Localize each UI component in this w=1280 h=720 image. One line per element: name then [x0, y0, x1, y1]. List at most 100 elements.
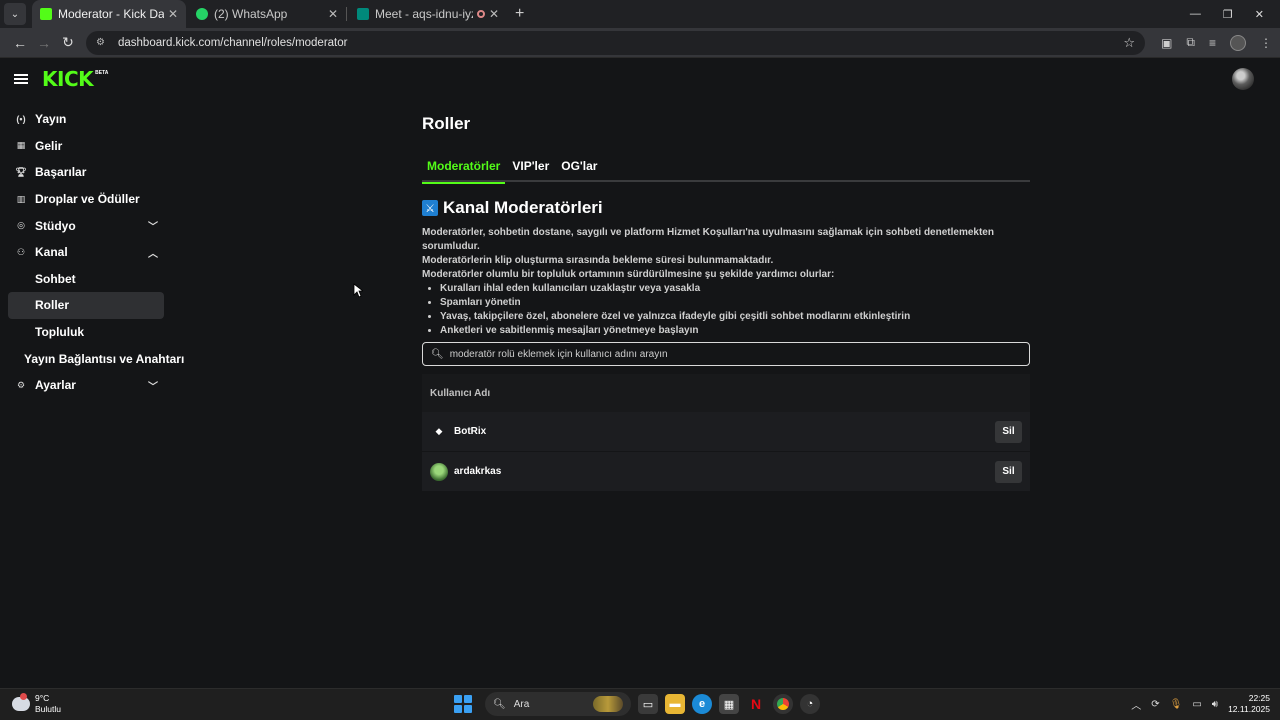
close-window-icon[interactable]: ✕ — [1255, 8, 1264, 21]
file-explorer-icon[interactable]: ▬ — [665, 694, 685, 714]
kick-favicon-icon — [40, 8, 52, 20]
reading-list-icon[interactable]: ≡ — [1209, 36, 1216, 50]
cloudy-weather-icon — [12, 693, 30, 711]
menu-toggle-icon[interactable] — [14, 74, 28, 84]
studio-icon: ◎ — [17, 220, 25, 231]
logo-text: KICK — [42, 67, 94, 91]
username-search-input[interactable] — [449, 348, 1021, 360]
mouse-cursor-icon — [353, 283, 363, 298]
sidebar-item-label: Yayın Bağlantısı ve Anahtarı — [24, 351, 185, 366]
desc-line: Moderatörler, sohbetin dostane, saygılı … — [422, 227, 994, 252]
username[interactable]: BotRix — [454, 426, 995, 437]
app-notification-icon[interactable]: ◔ — [800, 694, 820, 714]
close-tab-icon[interactable]: ✕ — [328, 7, 338, 21]
remove-moderator-button[interactable]: Sil — [995, 460, 1022, 483]
forward-button[interactable]: → — [32, 31, 56, 55]
list-item: Spamları yönetin — [440, 296, 1030, 310]
sync-icon[interactable]: ⟳ — [1151, 699, 1159, 710]
taskbar-search-label: Ara — [513, 698, 530, 710]
sidebar-item-label: Sohbet — [35, 271, 76, 286]
remove-moderator-button[interactable]: Sil — [995, 420, 1022, 443]
sidebar-item-studyo[interactable]: ◎ Stüdyo ﹀ — [8, 212, 164, 239]
minimize-icon[interactable]: — — [1190, 8, 1201, 21]
clock[interactable]: 22:25 12.11.2025 — [1228, 693, 1270, 715]
sidebar-item-kanal[interactable]: ⚇ Kanal ︿ — [8, 239, 164, 266]
tab-vips[interactable]: VIP'ler — [507, 153, 554, 182]
microphone-icon[interactable]: 🎙︎ — [1170, 699, 1183, 710]
extensions-icon[interactable]: ⧉ — [1186, 35, 1195, 50]
sidebar-item-basarilar[interactable]: 🏆︎ Başarılar — [8, 159, 164, 186]
moderator-sword-icon: ⚔ — [422, 200, 438, 216]
monitor-icon[interactable]: ▭ — [1192, 699, 1201, 710]
sidebar-item-roller[interactable]: Roller — [8, 292, 164, 319]
chevron-down-icon: ﹀ — [148, 222, 158, 234]
browser-tab-meet[interactable]: Meet - aqs-idnu-iyz ✕ — [349, 0, 507, 28]
sidebar-item-label: Topluluk — [35, 325, 85, 340]
moderator-description: Moderatörler, sohbetin dostane, saygılı … — [422, 226, 1030, 338]
tab-search-button[interactable]: ⌄ — [4, 3, 26, 25]
chrome-icon[interactable] — [773, 694, 793, 714]
back-button[interactable]: ← — [8, 31, 32, 55]
table-row: ardakrkas Sil — [422, 452, 1030, 492]
revenue-icon: ▦ — [16, 140, 26, 151]
kick-logo[interactable]: KICK BETA — [42, 69, 108, 89]
url-text: dashboard.kick.com/channel/roles/moderat… — [118, 36, 348, 49]
sidebar-item-stream-key[interactable]: Yayın Bağlantısı ve Anahtarı — [8, 345, 184, 372]
roles-tabs: Moderatörler VIP'ler OG'lar — [422, 153, 1030, 184]
browser-tab-whatsapp[interactable]: (2) WhatsApp ✕ — [188, 0, 346, 28]
weather-temp: 9°C — [35, 693, 50, 703]
user-avatar — [430, 462, 448, 481]
store-icon[interactable]: ▦ — [719, 694, 739, 714]
tab-moderators[interactable]: Moderatörler — [422, 153, 506, 184]
kick-dashboard: KICK BETA (•) Yayın ▦ Gelir 🏆︎ Başarılar… — [0, 58, 1280, 688]
broadcast-icon: (•) — [16, 114, 26, 125]
windows-start-icon[interactable] — [454, 695, 472, 713]
netflix-icon[interactable]: N — [746, 694, 766, 714]
sidebar-item-label: Stüdyo — [35, 218, 76, 233]
sidebar-item-droplar[interactable]: ▥ Droplar ve Ödüller — [8, 186, 164, 213]
browser-menu-icon[interactable]: ⋮ — [1260, 36, 1272, 50]
dashboard-sidebar: (•) Yayın ▦ Gelir 🏆︎ Başarılar ▥ Droplar… — [8, 106, 184, 399]
site-info-icon[interactable]: ⚙ — [96, 37, 108, 49]
sidebar-item-topluluk[interactable]: Topluluk — [8, 319, 164, 346]
section-title: Kanal Moderatörleri — [443, 198, 603, 217]
list-item: Kuralları ihlal eden kullanıcıları uzakl… — [440, 282, 1030, 296]
trophy-icon: 🏆︎ — [15, 166, 27, 177]
table-row: ◆ BotRix Sil — [422, 412, 1030, 452]
sidebar-item-sohbet[interactable]: Sohbet — [8, 266, 164, 293]
reload-button[interactable]: ↻ — [56, 31, 80, 55]
moderators-table: Kullanıcı Adı ◆ BotRix Sil ardakrkas Sil — [422, 374, 1030, 492]
page-title: Roller — [422, 114, 471, 133]
tab-title: Moderator - Kick Dashboard — [58, 7, 164, 21]
restore-icon[interactable]: ❐ — [1223, 8, 1233, 21]
new-tab-button[interactable]: + — [515, 5, 524, 23]
task-view-icon[interactable]: ▭ — [638, 694, 658, 714]
user-avatar[interactable] — [1232, 68, 1254, 90]
table-header: Kullanıcı Adı — [422, 374, 1030, 412]
taskbar-search[interactable]: 🔍︎ Ara — [485, 692, 631, 716]
list-item: Anketleri ve sabitlenmiş mesajları yönet… — [440, 324, 1030, 338]
close-tab-icon[interactable]: ✕ — [489, 7, 499, 21]
chevron-down-icon: ﹀ — [148, 381, 158, 393]
volume-icon[interactable]: 🔊︎ — [1212, 699, 1218, 710]
tab-ogs[interactable]: OG'lar — [556, 153, 602, 182]
username[interactable]: ardakrkas — [454, 466, 995, 477]
sidebar-item-label: Ayarlar — [35, 378, 76, 393]
cast-icon[interactable]: ▣ — [1161, 36, 1172, 50]
address-bar[interactable]: ⚙ dashboard.kick.com/channel/roles/moder… — [86, 30, 1146, 55]
window-controls: — ❐ ✕ — [1190, 8, 1264, 21]
whatsapp-favicon-icon — [196, 8, 208, 20]
close-tab-icon[interactable]: ✕ — [168, 7, 178, 21]
search-icon: 🔍︎ — [493, 698, 506, 710]
taskbar-apps: 🔍︎ Ara ▭ ▬ e ▦ N ◔ — [454, 692, 820, 716]
sidebar-item-yayin[interactable]: (•) Yayın — [8, 106, 164, 133]
sidebar-item-ayarlar[interactable]: ⚙ Ayarlar ﹀ — [8, 372, 164, 399]
browser-tab-kick[interactable]: Moderator - Kick Dashboard ✕ — [32, 0, 186, 28]
sidebar-item-gelir[interactable]: ▦ Gelir — [8, 133, 164, 160]
chevron-up-icon[interactable]: ︿ — [1131, 697, 1141, 712]
bookmark-star-icon[interactable]: ☆ — [1123, 35, 1135, 51]
weather-widget[interactable]: 9°C Bulutlu — [12, 693, 61, 715]
profile-avatar[interactable] — [1230, 34, 1246, 51]
column-header-username: Kullanıcı Adı — [430, 387, 491, 399]
edge-icon[interactable]: e — [692, 694, 712, 714]
